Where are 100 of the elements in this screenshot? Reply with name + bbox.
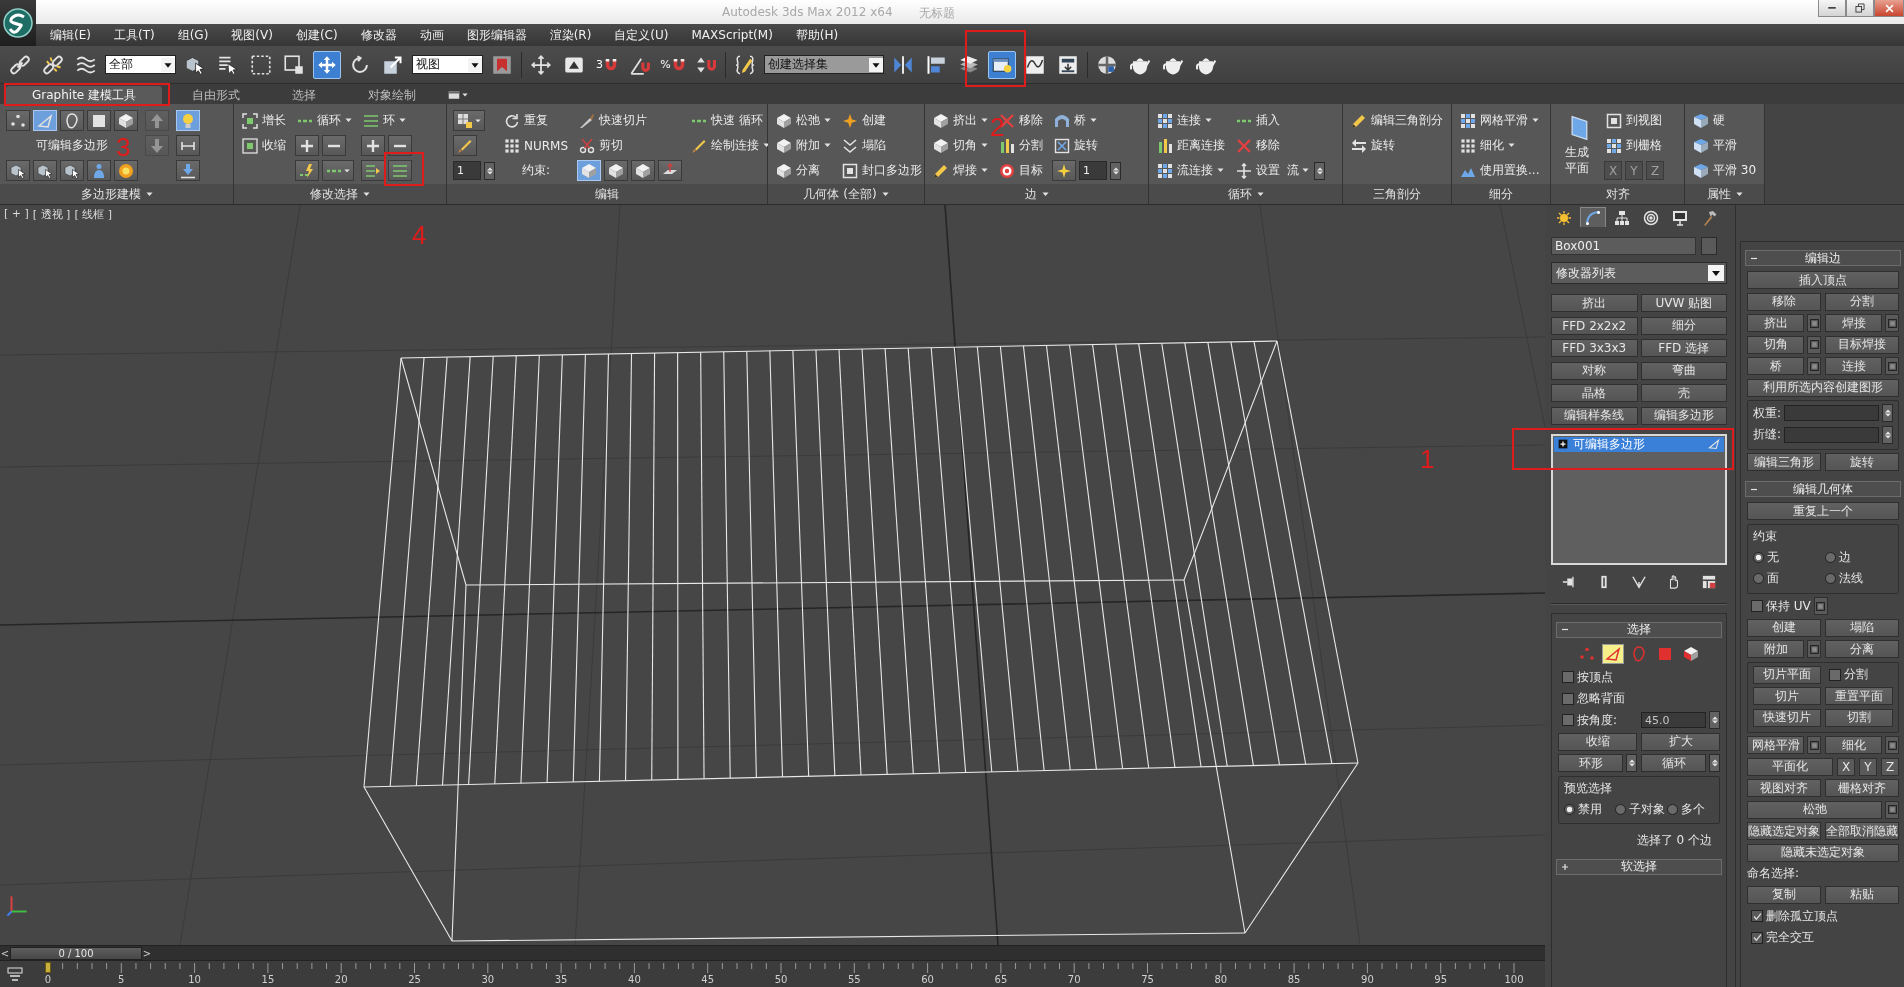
panel-button[interactable]: 桥	[1747, 357, 1804, 375]
number-field[interactable]	[1784, 405, 1879, 421]
icon-button[interactable]	[176, 135, 200, 156]
checkbox[interactable]	[1562, 714, 1574, 726]
panel-button[interactable]: 全部取消隐藏	[1825, 822, 1899, 840]
radio-button[interactable]	[1615, 803, 1627, 815]
settings-button[interactable]	[1807, 335, 1821, 354]
tool-button[interactable]: 附加	[774, 133, 833, 158]
panel-menu-button[interactable]: 边	[925, 184, 1148, 204]
icon-button[interactable]	[295, 135, 319, 156]
radio-button[interactable]	[1825, 551, 1836, 563]
current-frame-marker[interactable]	[45, 962, 51, 973]
panel-button[interactable]: 切割	[1825, 708, 1893, 727]
tool-button[interactable]: 桥	[1052, 108, 1121, 133]
modifier-button[interactable]: FFD 选择	[1640, 339, 1727, 357]
tool-button[interactable]: 到栅格	[1604, 133, 1664, 158]
tool-button[interactable]: 目标	[997, 158, 1045, 183]
panel-button[interactable]: 切片	[1753, 687, 1821, 705]
icon-button[interactable]	[176, 160, 200, 181]
panel-button[interactable]: 隐藏未选定对象	[1747, 843, 1899, 862]
settings-button[interactable]	[1807, 357, 1821, 375]
number-field[interactable]: 45.0	[1641, 712, 1706, 728]
rollout-header[interactable]: 选择	[1556, 621, 1722, 638]
minimize-button[interactable]	[1818, 0, 1846, 17]
modifier-button[interactable]: 对称	[1551, 361, 1638, 380]
snap-button[interactable]: 3	[593, 50, 621, 79]
modifier-button[interactable]: 编辑样条线	[1551, 406, 1638, 425]
coordinate-dropdown[interactable]: 视图	[412, 55, 483, 74]
tool-button[interactable]: 细化	[1458, 133, 1542, 158]
ribbon-tab[interactable]: 对象绘制	[346, 86, 439, 104]
viewport-menu-label[interactable]: [ 线框 ]	[74, 207, 112, 222]
radio-button[interactable]	[1825, 573, 1836, 584]
object-name-field[interactable]: Box001	[1551, 237, 1696, 255]
panel-button[interactable]: 循环	[1641, 754, 1706, 772]
settings-button[interactable]	[1885, 800, 1899, 819]
icon-button[interactable]	[322, 135, 346, 156]
checkbox[interactable]	[1751, 931, 1763, 944]
checkbox[interactable]	[1751, 910, 1763, 922]
menu-item[interactable]: MAXScript(M)	[691, 28, 773, 42]
tool-button[interactable]: NURMS	[502, 133, 571, 158]
icon-button[interactable]	[87, 160, 111, 181]
rollout-header[interactable]: 编辑几何体	[1745, 481, 1901, 497]
icon-button[interactable]	[322, 160, 354, 181]
ribbon-tab[interactable]: 选择	[270, 86, 339, 104]
spinner-arrows[interactable]	[1709, 711, 1720, 729]
icon-button[interactable]	[388, 160, 412, 181]
tool-button[interactable]: 插入	[1234, 108, 1325, 133]
modifier-button[interactable]: 挤出	[1551, 294, 1638, 312]
tool-button[interactable]: 重复	[502, 108, 571, 133]
modifier-button[interactable]: 弯曲	[1640, 361, 1727, 380]
menu-item[interactable]: 创建(C)	[295, 26, 338, 44]
modifier-button[interactable]: 壳	[1640, 384, 1727, 402]
tool-button[interactable]: 快速切片	[577, 108, 683, 133]
tool-button[interactable]: 距离连接	[1155, 133, 1227, 158]
tool-button[interactable]: 切角	[931, 133, 990, 158]
checkbox[interactable]	[1562, 671, 1574, 683]
icon-button[interactable]	[604, 160, 629, 181]
panel-button[interactable]: 附加	[1747, 640, 1804, 658]
icon-button[interactable]	[114, 110, 138, 131]
icon-button[interactable]	[631, 160, 656, 181]
rollout-header[interactable]: 软选择	[1556, 858, 1722, 875]
tool-button[interactable]: 到视图	[1604, 108, 1664, 133]
icon-button[interactable]	[60, 160, 84, 181]
panel-button[interactable]: 网格平滑	[1747, 736, 1804, 754]
modifier-button[interactable]: 编辑多边形	[1640, 406, 1727, 425]
icon-button[interactable]	[33, 160, 57, 181]
modifier-stack-item[interactable]: 可编辑多边形	[1554, 436, 1724, 452]
icon-button[interactable]	[87, 110, 111, 131]
tool-button[interactable]: 流连接	[1155, 158, 1227, 183]
command-panel-tab[interactable]	[1580, 207, 1606, 227]
panel-button[interactable]: 塌陷	[1825, 618, 1899, 637]
large-tool-button[interactable]: 生成平面	[1557, 108, 1597, 183]
sub-object-level-button[interactable]	[1602, 643, 1624, 664]
panel-button[interactable]: 收缩	[1558, 732, 1637, 751]
spinner-arrows[interactable]	[484, 161, 495, 180]
spinner-arrows[interactable]	[1314, 161, 1325, 180]
radio-button[interactable]	[1753, 573, 1764, 584]
icon-button[interactable]	[6, 160, 30, 181]
panel-button[interactable]: 焊接	[1825, 314, 1882, 332]
panel-button[interactable]: 隐藏选定对象	[1747, 822, 1821, 840]
icon-button[interactable]	[60, 110, 84, 131]
tool-button[interactable]: 旋转	[1052, 133, 1121, 158]
panel-button[interactable]: 创建	[1747, 618, 1821, 637]
settings-button[interactable]	[1885, 736, 1899, 754]
panel-menu-button[interactable]: 多边形建模	[0, 184, 233, 204]
panel-button[interactable]: 细化	[1825, 736, 1882, 754]
panel-button[interactable]: 粘贴	[1825, 885, 1899, 904]
panel-button[interactable]: 切角	[1747, 335, 1804, 354]
icon-button[interactable]	[6, 110, 30, 131]
panel-button[interactable]: 目标焊接	[1825, 335, 1899, 354]
menu-item[interactable]: 修改器	[360, 26, 397, 44]
panel-button[interactable]: 复制	[1747, 885, 1821, 904]
icon-button[interactable]	[453, 135, 477, 156]
panel-button[interactable]: 分离	[1825, 640, 1899, 658]
spinner-arrows[interactable]	[1882, 425, 1893, 444]
move-button[interactable]	[313, 50, 341, 79]
panel-button[interactable]: 栅格对齐	[1825, 779, 1899, 797]
axis-button[interactable]: Y	[1859, 757, 1877, 776]
menu-item[interactable]: 自定义(U)	[614, 26, 669, 44]
panel-button[interactable]: 利用所选内容创建图形	[1747, 378, 1899, 397]
